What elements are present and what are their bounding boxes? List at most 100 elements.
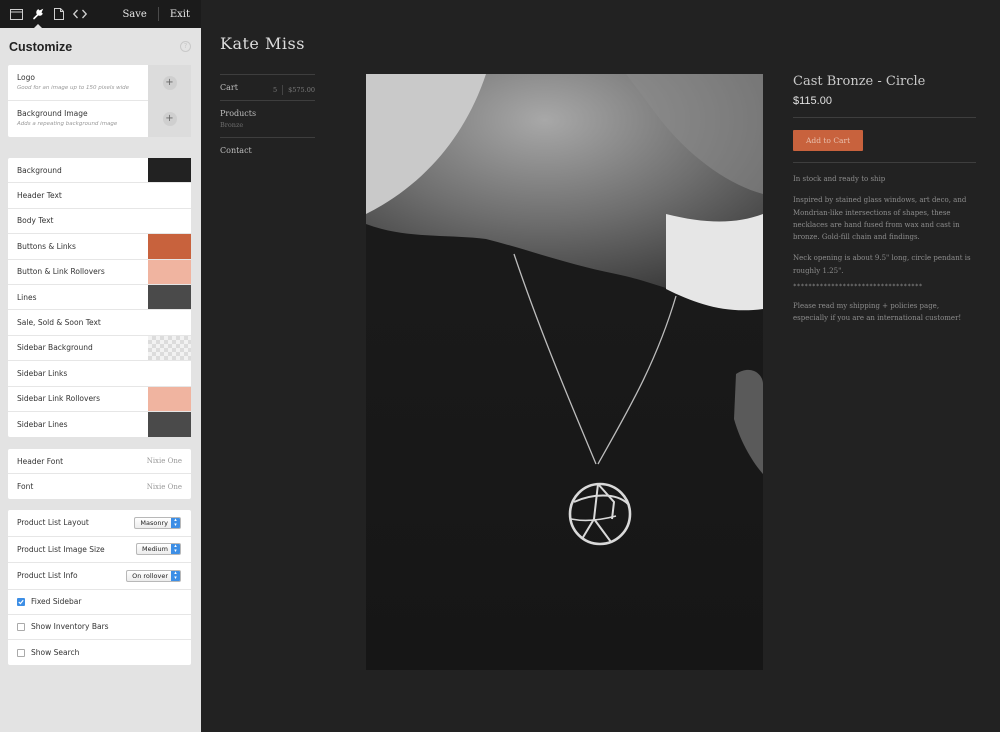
sidebar-links-color-swatch[interactable] xyxy=(148,361,191,386)
cart-count: 5 xyxy=(272,86,278,94)
product-photo xyxy=(366,74,763,670)
sidebar-link-rollovers-color-setting[interactable]: Sidebar Link Rollovers xyxy=(8,386,191,412)
fixed-sidebar-setting[interactable]: Fixed Sidebar xyxy=(8,590,191,615)
background-image-hint: Adds a repeating background image xyxy=(17,121,118,127)
font-setting[interactable]: Font Nixie One xyxy=(8,474,191,499)
help-icon[interactable]: ? xyxy=(180,41,191,52)
product-description: Inspired by stained glass windows, art d… xyxy=(793,196,967,242)
fixed-sidebar-checkbox[interactable] xyxy=(17,597,25,606)
products-link[interactable]: Products xyxy=(220,109,315,118)
sale-sold-and-soon-text-color-setting[interactable]: Sale, Sold & Soon Text xyxy=(8,310,191,336)
sidebar-lines-color-swatch[interactable] xyxy=(148,411,191,438)
add-background-image-button[interactable]: + xyxy=(148,101,191,137)
asterisk-divider: ********************************** xyxy=(793,283,923,291)
cart-divider xyxy=(282,85,284,95)
show-search-checkbox[interactable] xyxy=(17,648,25,657)
nav-item-cart[interactable]: Cart 5 $575.00 xyxy=(220,74,315,100)
code-icon[interactable] xyxy=(72,7,87,22)
color-settings-card: Background Header Text Body Text Buttons & … xyxy=(8,158,191,438)
font-value[interactable]: Nixie One xyxy=(147,483,182,491)
plus-icon: + xyxy=(162,76,177,90)
product-list-info-value: On rollover xyxy=(132,571,168,580)
store-sidebar-nav: Cart 5 $575.00 Products Bronze Contact xyxy=(220,74,315,163)
layout-options-card: Product List Layout Masonry ▴ ▾ Product L… xyxy=(8,510,191,666)
select-arrows-icon: ▴ ▾ xyxy=(171,570,180,581)
sidebar-lines-label: Sidebar Lines xyxy=(17,420,68,430)
product-list-info-setting: Product List Info On rollover ▴ ▾ xyxy=(8,563,191,590)
product-list-info-select[interactable]: On rollover ▴ ▾ xyxy=(126,569,181,582)
shipping-note[interactable]: Please read my shipping + policies page,… xyxy=(793,300,976,325)
show-search-label: Show Search xyxy=(31,648,80,658)
header-text-color-swatch[interactable] xyxy=(148,183,191,208)
sidebar-background-color-swatch[interactable] xyxy=(148,335,191,361)
contact-link[interactable]: Contact xyxy=(220,146,315,155)
divider xyxy=(793,162,976,163)
header-font-value[interactable]: Nixie One xyxy=(147,457,182,465)
header-font-setting[interactable]: Header Font Nixie One xyxy=(8,449,191,474)
body-text-color-setting[interactable]: Body Text xyxy=(8,208,191,235)
nav-item-products[interactable]: Products Bronze xyxy=(220,100,315,137)
product-list-image-size-label: Product List Image Size xyxy=(17,544,105,554)
products-category-bronze[interactable]: Bronze xyxy=(220,121,315,129)
sidebar-background-label: Sidebar Background xyxy=(17,343,93,353)
header-text-label: Header Text xyxy=(17,191,62,201)
save-button[interactable]: Save xyxy=(111,9,157,20)
show-inventory-bars-label: Show Inventory Bars xyxy=(31,622,109,632)
product-details: Cast Bronze - Circle $115.00 Add to Cart… xyxy=(793,74,976,325)
logo-setting[interactable]: Logo Good for an image up to 150 pixels … xyxy=(8,65,191,101)
document-icon[interactable] xyxy=(51,7,66,22)
sidebar-background-color-setting[interactable]: Sidebar Background xyxy=(8,335,191,362)
header-font-label: Header Font xyxy=(17,456,64,466)
button-and-link-rollovers-color-swatch[interactable] xyxy=(148,259,191,284)
window-icon[interactable] xyxy=(9,7,24,22)
buttons-and-links-color-swatch[interactable] xyxy=(148,234,191,259)
exit-button[interactable]: Exit xyxy=(159,9,201,20)
show-inventory-bars-checkbox[interactable] xyxy=(17,622,25,631)
body-text-color-swatch[interactable] xyxy=(148,208,191,234)
product-price: $115.00 xyxy=(793,95,832,107)
background-label: Background xyxy=(17,165,62,175)
header-text-color-setting[interactable]: Header Text xyxy=(8,183,191,209)
product-list-layout-setting: Product List Layout Masonry ▴ ▾ xyxy=(8,510,191,537)
buttons-and-links-color-setting[interactable]: Buttons & Links xyxy=(8,234,191,260)
logo-label: Logo xyxy=(17,72,35,82)
customizer-toolbar: Save Exit xyxy=(0,0,201,29)
product-list-info-label: Product List Info xyxy=(17,571,78,581)
background-image-setting[interactable]: Background Image Adds a repeating backgr… xyxy=(8,101,191,137)
font-settings-card: Header Font Nixie One Font Nixie One xyxy=(8,449,191,499)
button-and-link-rollovers-color-setting[interactable]: Button & Link Rollovers xyxy=(8,259,191,285)
size-note: Neck opening is about 9.5" long, circle … xyxy=(793,254,971,275)
add-to-cart-button[interactable]: Add to Cart xyxy=(793,130,864,151)
sale-sold-and-soon-text-label: Sale, Sold & Soon Text xyxy=(17,318,101,328)
sidebar-links-label: Sidebar Links xyxy=(17,368,68,378)
lines-color-swatch[interactable] xyxy=(148,284,191,310)
customize-title: Customize xyxy=(9,40,73,54)
button-and-link-rollovers-label: Button & Link Rollovers xyxy=(17,267,105,277)
product-title: Cast Bronze - Circle xyxy=(793,74,926,89)
select-arrows-icon: ▴ ▾ xyxy=(171,517,180,528)
sidebar-lines-color-setting[interactable]: Sidebar Lines xyxy=(8,411,191,438)
font-label: Font xyxy=(17,482,34,491)
select-arrows-icon: ▴ ▾ xyxy=(171,544,180,555)
fixed-sidebar-label: Fixed Sidebar xyxy=(31,597,82,607)
wrench-icon[interactable] xyxy=(30,7,45,29)
store-name[interactable]: Kate Miss xyxy=(220,34,305,53)
sidebar-link-rollovers-label: Sidebar Link Rollovers xyxy=(17,394,101,404)
lines-color-setting[interactable]: Lines xyxy=(8,284,191,311)
sidebar-link-rollovers-color-swatch[interactable] xyxy=(148,386,191,411)
add-logo-button[interactable]: + xyxy=(148,65,191,101)
show-search-setting[interactable]: Show Search xyxy=(8,640,191,665)
lines-label: Lines xyxy=(17,292,37,302)
sale-sold-and-soon-text-color-swatch[interactable] xyxy=(148,310,191,335)
product-list-image-size-select[interactable]: Medium ▴ ▾ xyxy=(136,543,181,556)
buttons-and-links-label: Buttons & Links xyxy=(17,241,76,251)
nav-item-contact[interactable]: Contact xyxy=(220,137,315,163)
show-inventory-bars-setting[interactable]: Show Inventory Bars xyxy=(8,615,191,641)
product-list-image-size-value: Medium xyxy=(142,545,168,554)
background-color-setting[interactable]: Background xyxy=(8,158,191,184)
stock-status: In stock and ready to ship xyxy=(793,175,886,183)
sidebar-links-color-setting[interactable]: Sidebar Links xyxy=(8,361,191,387)
product-list-image-size-setting: Product List Image Size Medium ▴ ▾ xyxy=(8,537,191,563)
background-color-swatch[interactable] xyxy=(148,158,191,183)
product-list-layout-select[interactable]: Masonry ▴ ▾ xyxy=(134,516,181,529)
